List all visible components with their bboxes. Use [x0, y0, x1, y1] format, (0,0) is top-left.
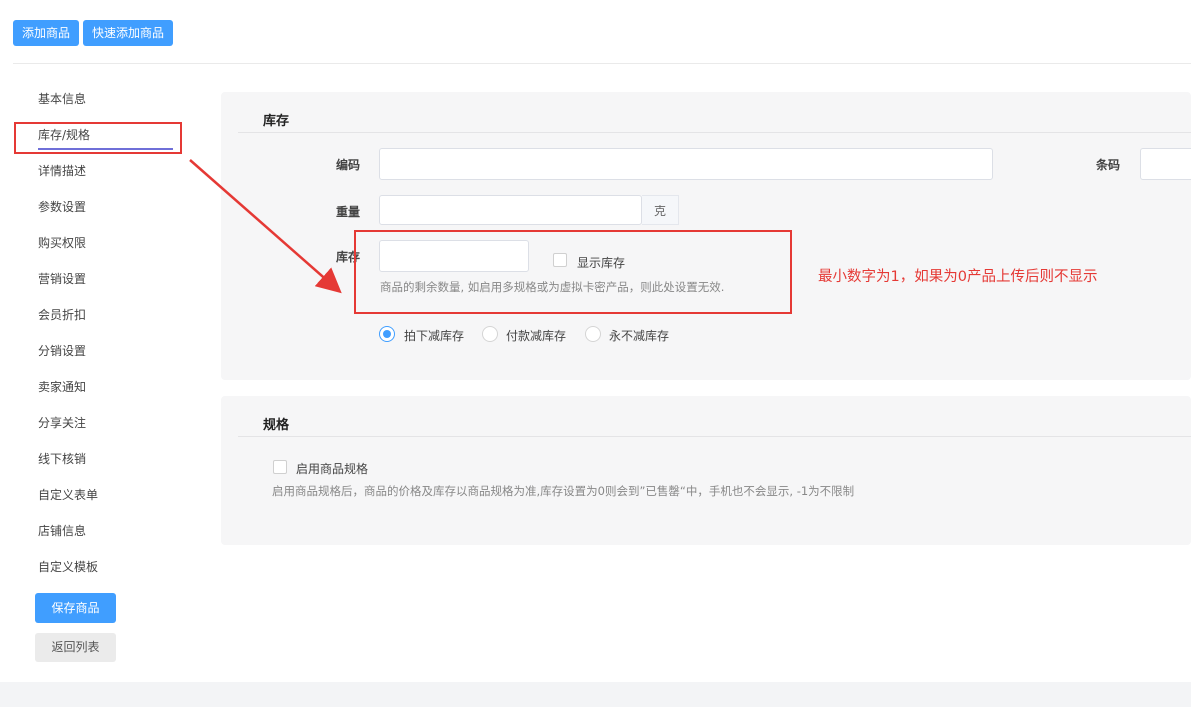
footer-bar — [0, 682, 1191, 707]
arrow-line — [189, 159, 342, 294]
annotation-arrow — [189, 159, 342, 294]
